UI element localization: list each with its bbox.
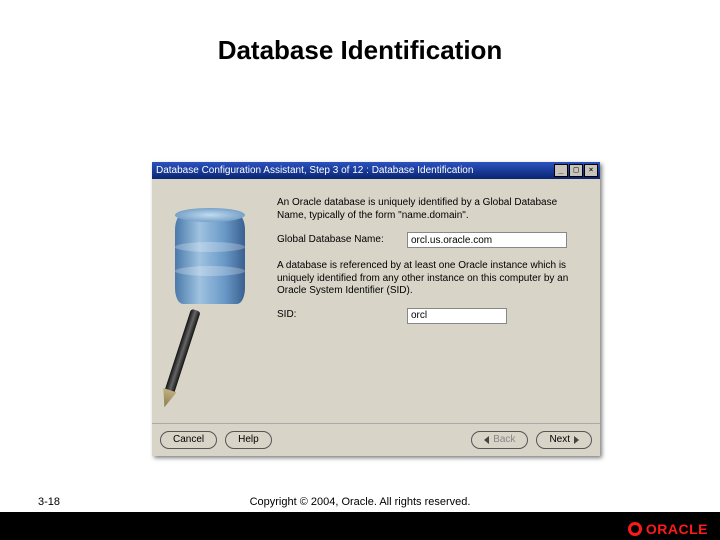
help-button[interactable]: Help xyxy=(225,431,272,449)
next-label: Next xyxy=(549,432,570,448)
chevron-right-icon xyxy=(574,436,579,444)
dialog-footer: Cancel Help Back Next xyxy=(152,423,600,456)
dbca-dialog: Database Configuration Assistant, Step 3… xyxy=(152,162,600,456)
window-controls: _ □ × xyxy=(554,164,598,177)
minimize-icon[interactable]: _ xyxy=(554,164,568,177)
oracle-ring-icon xyxy=(628,522,642,536)
sid-label: SID: xyxy=(277,309,407,322)
back-label: Back xyxy=(493,432,515,448)
gdn-input[interactable] xyxy=(407,232,567,248)
sid-input[interactable] xyxy=(407,308,507,324)
gdn-label: Global Database Name: xyxy=(277,234,407,247)
database-icon xyxy=(175,214,245,304)
content-pane: An Oracle database is uniquely identifie… xyxy=(267,179,600,423)
titlebar-text: Database Configuration Assistant, Step 3… xyxy=(154,165,554,176)
slide-title: Database Identification xyxy=(0,0,720,66)
gdn-row: Global Database Name: xyxy=(277,232,586,248)
copyright: Copyright © 2004, Oracle. All rights res… xyxy=(0,496,720,508)
titlebar: Database Configuration Assistant, Step 3… xyxy=(152,162,600,179)
footer-bar: ORACLE xyxy=(0,512,720,540)
gdn-description: An Oracle database is uniquely identifie… xyxy=(277,197,586,222)
sid-row: SID: xyxy=(277,308,586,324)
oracle-logo: ORACLE xyxy=(628,521,708,537)
chevron-left-icon xyxy=(484,436,489,444)
back-button[interactable]: Back xyxy=(471,431,528,449)
wizard-illustration xyxy=(152,179,267,423)
dialog-body: An Oracle database is uniquely identifie… xyxy=(152,179,600,423)
oracle-logo-text: ORACLE xyxy=(646,521,708,537)
pen-icon xyxy=(163,309,200,398)
sid-description: A database is referenced by at least one… xyxy=(277,260,586,298)
cancel-button[interactable]: Cancel xyxy=(160,431,217,449)
maximize-icon[interactable]: □ xyxy=(569,164,583,177)
next-button[interactable]: Next xyxy=(536,431,592,449)
close-icon[interactable]: × xyxy=(584,164,598,177)
